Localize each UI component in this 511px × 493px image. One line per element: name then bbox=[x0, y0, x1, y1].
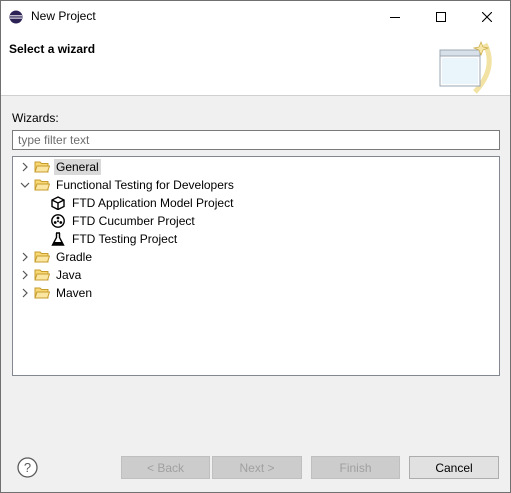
close-button[interactable] bbox=[464, 1, 510, 32]
maximize-button[interactable] bbox=[418, 1, 464, 32]
wizards-label: Wizards: bbox=[12, 111, 59, 125]
tree-item-label: Maven bbox=[56, 286, 93, 300]
tree-item-label: FTD Testing Project bbox=[72, 232, 178, 246]
tree-item-functional-testing[interactable]: Functional Testing for Developers bbox=[19, 176, 236, 194]
filter-input[interactable] bbox=[12, 130, 500, 150]
folder-icon bbox=[34, 249, 50, 265]
chevron-down-icon[interactable] bbox=[19, 176, 31, 194]
tree-item-general[interactable]: General bbox=[19, 158, 101, 176]
folder-icon bbox=[34, 159, 50, 175]
tree-item-label: FTD Application Model Project bbox=[72, 196, 234, 210]
chevron-right-icon[interactable] bbox=[19, 248, 31, 266]
folder-icon bbox=[34, 285, 50, 301]
wizard-tree[interactable]: General Functional Testing for Developer… bbox=[12, 156, 500, 376]
close-icon bbox=[482, 11, 492, 22]
tree-item-maven[interactable]: Maven bbox=[19, 284, 94, 302]
back-button[interactable]: < Back bbox=[121, 456, 210, 479]
cancel-button[interactable]: Cancel bbox=[409, 456, 499, 479]
next-button[interactable]: Next > bbox=[212, 456, 302, 479]
wizard-banner: Select a wizard bbox=[1, 32, 510, 96]
minimize-button[interactable] bbox=[372, 1, 418, 32]
flask-icon bbox=[50, 231, 66, 247]
tree-item-label: General bbox=[54, 159, 101, 175]
banner-title: Select a wizard bbox=[9, 42, 96, 56]
tree-item-label: FTD Cucumber Project bbox=[72, 214, 195, 228]
window-title: New Project bbox=[31, 9, 96, 23]
maximize-icon bbox=[436, 11, 446, 22]
cucumber-icon bbox=[50, 213, 66, 229]
cube-icon bbox=[50, 195, 66, 211]
new-project-dialog: New Project Select a wizard Wizards: typ… bbox=[0, 0, 511, 493]
tree-item-ftd-testing[interactable]: FTD Testing Project bbox=[50, 230, 179, 248]
help-icon[interactable]: ? bbox=[17, 457, 38, 478]
folder-icon bbox=[34, 177, 50, 193]
folder-icon bbox=[34, 267, 50, 283]
chevron-right-icon[interactable] bbox=[19, 284, 31, 302]
tree-item-label: Functional Testing for Developers bbox=[56, 178, 234, 192]
tree-item-java[interactable]: Java bbox=[19, 266, 83, 284]
svg-text:?: ? bbox=[24, 460, 31, 475]
eclipse-icon bbox=[9, 10, 23, 24]
tree-item-gradle[interactable]: Gradle bbox=[19, 248, 94, 266]
tree-item-label: Gradle bbox=[56, 250, 93, 264]
minimize-icon bbox=[390, 16, 400, 18]
chevron-right-icon[interactable] bbox=[19, 266, 31, 284]
tree-item-ftd-application-model[interactable]: FTD Application Model Project bbox=[50, 194, 235, 212]
tree-item-label: Java bbox=[56, 268, 82, 282]
title-bar[interactable]: New Project bbox=[1, 1, 510, 32]
new-wizard-banner-icon bbox=[439, 41, 492, 94]
tree-item-ftd-cucumber[interactable]: FTD Cucumber Project bbox=[50, 212, 197, 230]
chevron-right-icon[interactable] bbox=[19, 158, 31, 176]
finish-button[interactable]: Finish bbox=[311, 456, 400, 479]
